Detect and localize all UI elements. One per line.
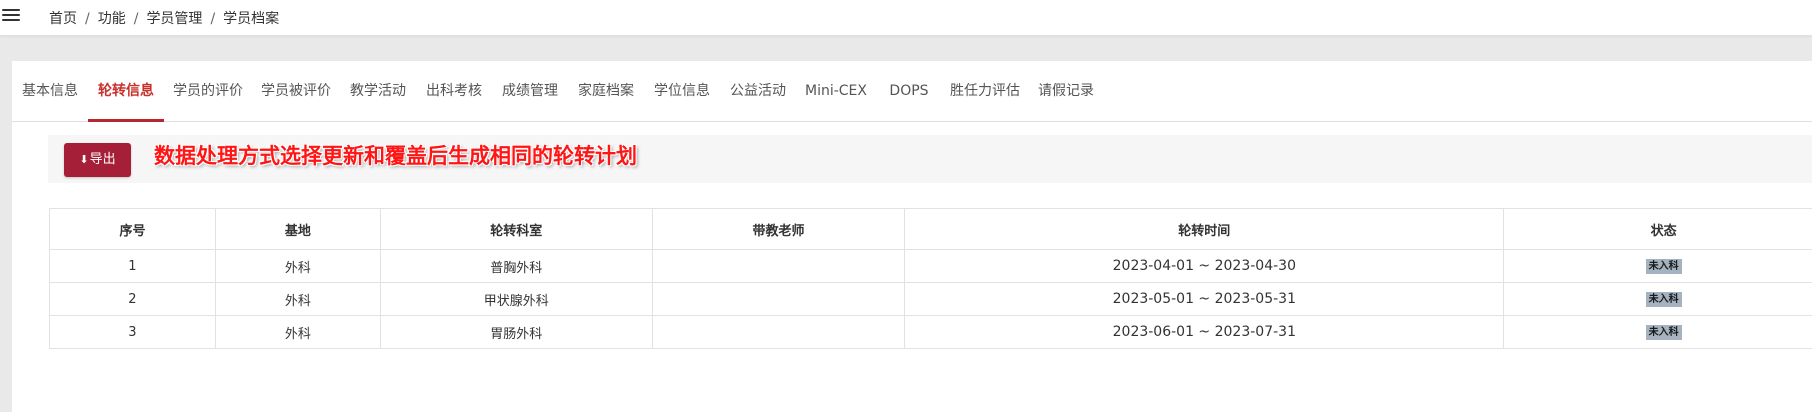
cell-rotation-time: 2023-04-01 ~ 2023-04-30 [904, 249, 1505, 283]
export-button[interactable]: ⬇导出 [64, 143, 131, 177]
cell-department: 胃肠外科 [379, 315, 653, 349]
tab-public-welfare[interactable]: 公益活动 [720, 61, 796, 122]
table-row[interactable]: 3 外科 胃肠外科 2023-06-01 ~ 2023-07-31 未入科 [49, 315, 1812, 349]
cell-rotation-time: 2023-05-01 ~ 2023-05-31 [904, 282, 1505, 316]
column-header-department[interactable]: 轮转科室 [379, 208, 653, 250]
column-header-teacher[interactable]: 带教老师 [651, 208, 906, 250]
tab-teaching-activities[interactable]: 教学活动 [340, 61, 416, 122]
cell-index: 2 [49, 282, 216, 316]
tab-department-exam[interactable]: 出科考核 [416, 61, 492, 122]
tab-dops[interactable]: DOPS [876, 61, 942, 122]
breadcrumb-separator: / [210, 11, 216, 27]
cell-base: 外科 [214, 282, 381, 316]
table-row[interactable]: 2 外科 甲状腺外科 2023-05-01 ~ 2023-05-31 未入科 [49, 282, 1812, 316]
column-header-index[interactable]: 序号 [49, 208, 216, 250]
breadcrumb-student-archive: 学员档案 [223, 11, 280, 27]
status-badge: 未入科 [1645, 292, 1682, 307]
tab-student-evaluated[interactable]: 学员被评价 [252, 61, 340, 122]
cell-index: 1 [49, 249, 216, 283]
cell-index: 3 [49, 315, 216, 349]
tab-basic-info[interactable]: 基本信息 [12, 61, 88, 122]
status-badge: 未入科 [1645, 325, 1682, 340]
cell-teacher [651, 282, 906, 316]
tab-student-evaluations[interactable]: 学员的评价 [164, 61, 252, 122]
cell-base: 外科 [214, 315, 381, 349]
hamburger-menu-icon[interactable] [2, 7, 20, 25]
export-label: 导出 [89, 152, 116, 167]
cell-status: 未入科 [1503, 282, 1812, 316]
table-header-row: 序号 基地 轮转科室 带教老师 轮转时间 状态 [49, 208, 1812, 250]
cell-base: 外科 [214, 249, 381, 283]
tab-degree-info[interactable]: 学位信息 [644, 61, 720, 122]
cell-department: 普胸外科 [379, 249, 653, 283]
column-header-rotation-time[interactable]: 轮转时间 [904, 208, 1505, 250]
tab-leave-records[interactable]: 请假记录 [1028, 61, 1104, 122]
tab-family-archive[interactable]: 家庭档案 [568, 61, 644, 122]
column-header-base[interactable]: 基地 [214, 208, 381, 250]
breadcrumb-student-management[interactable]: 学员管理 [146, 11, 202, 27]
annotation-text: 数据处理方式选择更新和覆盖后生成相同的轮转计划 [154, 143, 637, 168]
tab-competency-assessment[interactable]: 胜任力评估 [942, 61, 1028, 122]
download-icon: ⬇ [79, 153, 89, 166]
cell-teacher [651, 249, 906, 283]
tab-mini-cex[interactable]: Mini-CEX [796, 61, 876, 122]
status-badge: 未入科 [1645, 259, 1682, 274]
cell-teacher [651, 315, 906, 349]
rotation-table: 序号 基地 轮转科室 带教老师 轮转时间 状态 1 外科 普胸外科 2023-0… [49, 208, 1812, 349]
breadcrumb: 首页 / 功能 / 学员管理 / 学员档案 [49, 8, 279, 28]
breadcrumb-separator: / [85, 11, 90, 27]
cell-status: 未入科 [1503, 315, 1812, 349]
cell-department: 甲状腺外科 [379, 282, 653, 316]
toolbar: ⬇导出 数据处理方式选择更新和覆盖后生成相同的轮转计划 [48, 135, 1812, 183]
cell-status: 未入科 [1503, 249, 1812, 283]
breadcrumb-home[interactable]: 首页 [49, 11, 77, 27]
tab-bar: 基本信息 轮转信息 学员的评价 学员被评价 教学活动 出科考核 成绩管理 家庭档… [12, 61, 1812, 122]
breadcrumb-functions[interactable]: 功能 [98, 11, 126, 27]
top-header: 首页 / 功能 / 学员管理 / 学员档案 [0, 0, 1812, 36]
breadcrumb-separator: / [133, 11, 139, 27]
column-header-status[interactable]: 状态 [1503, 208, 1812, 250]
content-card: 基本信息 轮转信息 学员的评价 学员被评价 教学活动 出科考核 成绩管理 家庭档… [12, 61, 1812, 412]
table-row[interactable]: 1 外科 普胸外科 2023-04-01 ~ 2023-04-30 未入科 [49, 249, 1812, 283]
tab-grade-management[interactable]: 成绩管理 [492, 61, 568, 122]
tab-rotation-info[interactable]: 轮转信息 [88, 61, 164, 122]
cell-rotation-time: 2023-06-01 ~ 2023-07-31 [904, 315, 1505, 349]
